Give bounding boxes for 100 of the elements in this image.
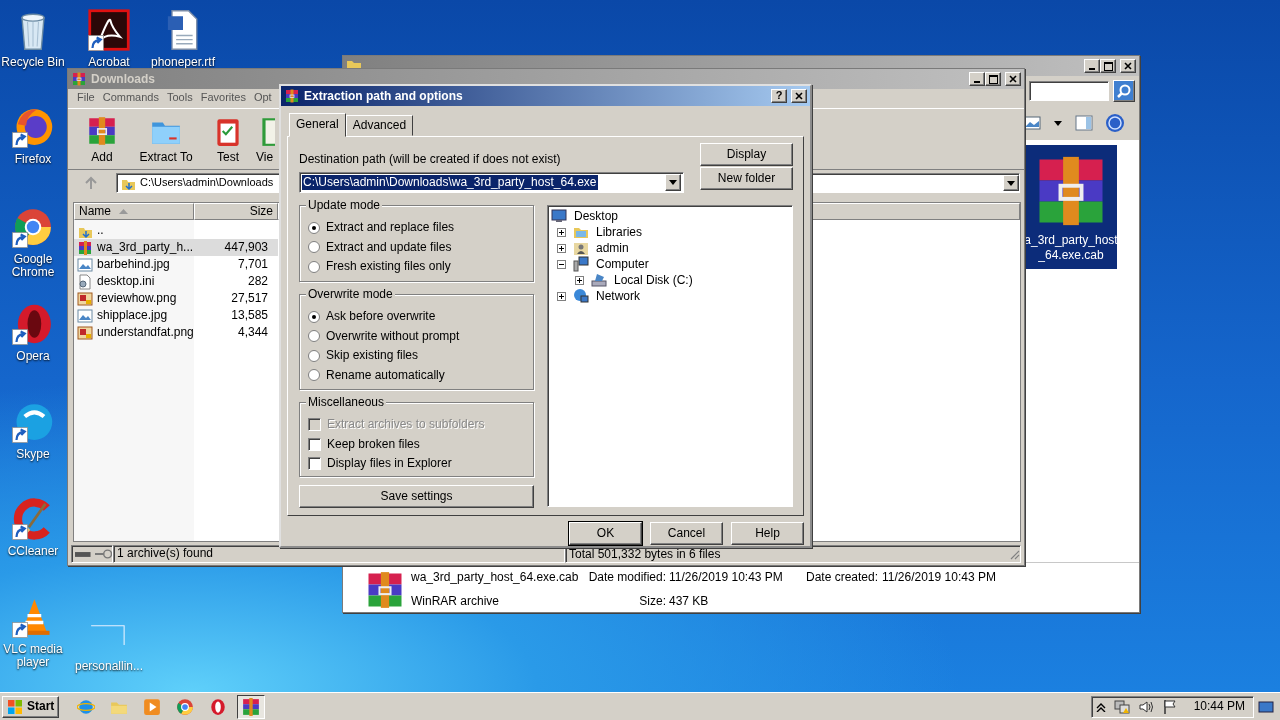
radio-button[interactable] xyxy=(308,349,320,362)
expand-icon[interactable] xyxy=(557,227,566,237)
file-type: WinRAR archive xyxy=(411,593,500,609)
file-tile[interactable]: a_3rd_party_host _64.exe.cab xyxy=(1025,145,1117,269)
close-button[interactable] xyxy=(791,89,807,103)
minimize-button[interactable] xyxy=(969,72,985,86)
desktop-icon-label[interactable]: phoneper.rtf xyxy=(150,56,216,70)
clock[interactable]: 10:44 PM xyxy=(1193,699,1245,714)
file-row[interactable]: reviewhow.png 27,517 xyxy=(74,290,278,307)
option-label[interactable]: Keep broken files xyxy=(327,436,420,452)
search-field[interactable] xyxy=(1029,81,1109,101)
toolbar-button[interactable]: Vie xyxy=(256,150,274,165)
show-desktop-icon[interactable] xyxy=(1258,698,1274,715)
field-value: 11/26/2019 10:43 PM xyxy=(668,570,783,586)
expand-icon[interactable] xyxy=(575,275,584,285)
column-header[interactable]: Size xyxy=(194,203,278,220)
checkbox[interactable] xyxy=(308,437,321,451)
help-button[interactable]: ? xyxy=(771,89,787,103)
push-button[interactable]: New folder xyxy=(700,167,793,190)
tree-item[interactable]: Computer xyxy=(596,256,649,272)
column-header[interactable]: Name xyxy=(74,203,194,220)
radio-button[interactable] xyxy=(308,310,320,323)
toolbar-button[interactable]: Add xyxy=(91,150,113,165)
search-button[interactable] xyxy=(1113,80,1135,102)
speaker-icon[interactable] xyxy=(1137,698,1154,715)
chevron-up-icon[interactable] xyxy=(1095,701,1106,712)
desktop-icon-label[interactable]: Acrobat xyxy=(88,56,130,70)
resize-grip-icon[interactable] xyxy=(1008,548,1020,560)
menu-item[interactable]: File xyxy=(73,89,99,108)
caret-icon xyxy=(1007,180,1015,186)
menu-item[interactable]: Commands xyxy=(98,89,163,108)
tree-item[interactable]: Local Disk (C:) xyxy=(614,272,693,288)
settings-file-icon xyxy=(77,273,93,290)
menu-item[interactable]: Opt xyxy=(249,89,276,108)
option-label[interactable]: Display files in Explorer xyxy=(327,456,452,472)
menu-item[interactable]: Favorites xyxy=(196,89,250,108)
path-combo-box[interactable]: C:\Users\admin\Downloads\wa_3rd_party_host_64.exe xyxy=(299,172,684,193)
monitor-icon xyxy=(551,208,567,224)
help-icon[interactable] xyxy=(1105,113,1125,133)
option-label[interactable]: Extract and update files xyxy=(326,239,452,255)
drive-icon xyxy=(75,550,91,558)
save-settings-button[interactable]: Save settings xyxy=(299,485,534,508)
radio-button[interactable] xyxy=(308,260,320,273)
drive-icon xyxy=(591,272,607,288)
file-row[interactable]: understandfat.png 4,344 xyxy=(74,324,278,341)
collapse-icon[interactable] xyxy=(557,259,566,269)
caret-icon[interactable] xyxy=(1053,119,1063,127)
tree-item[interactable]: Libraries xyxy=(596,224,643,240)
option-label[interactable]: Ask before overwrite xyxy=(326,309,436,325)
preview-pane-icon[interactable] xyxy=(1075,115,1093,131)
push-button[interactable]: Help xyxy=(731,522,804,545)
toolbar-button[interactable]: Test xyxy=(217,150,239,165)
tab[interactable]: General xyxy=(289,113,346,137)
option-label[interactable]: Overwrite without prompt xyxy=(326,328,460,344)
close-button[interactable] xyxy=(1005,72,1021,86)
radio-button[interactable] xyxy=(308,369,320,382)
dropdown-button[interactable] xyxy=(1003,175,1019,191)
flag-icon[interactable] xyxy=(1161,698,1178,715)
file-size: 282 xyxy=(247,274,268,288)
desktop-icon-label[interactable]: Opera xyxy=(16,350,50,364)
expand-icon[interactable] xyxy=(557,243,566,253)
window-title: Downloads xyxy=(91,71,155,87)
maximize-button[interactable] xyxy=(1100,59,1116,73)
tree-item[interactable]: Network xyxy=(596,288,640,304)
option-label[interactable]: Skip existing files xyxy=(326,348,419,364)
file-row[interactable]: shipplace.jpg 13,585 xyxy=(74,307,278,324)
desktop-icon-label[interactable]: Google Chrome xyxy=(0,253,66,280)
close-button[interactable] xyxy=(1120,59,1136,73)
file-row[interactable]: barbehind.jpg 7,701 xyxy=(74,256,278,273)
dropdown-button[interactable] xyxy=(665,174,681,191)
tree-item[interactable]: admin xyxy=(596,240,629,256)
field-label: Destination path (will be created if does not exist) xyxy=(299,152,562,167)
push-button[interactable]: Display xyxy=(700,143,793,166)
expand-icon[interactable] xyxy=(557,291,566,301)
desktop-icon-label[interactable]: Firefox xyxy=(14,153,52,167)
file-row[interactable]: .. xyxy=(74,222,278,239)
push-button[interactable]: OK xyxy=(569,522,642,545)
network-icon[interactable] xyxy=(1113,698,1130,715)
option-label[interactable]: Fresh existing files only xyxy=(326,259,451,275)
maximize-button[interactable] xyxy=(985,72,1001,86)
pdf-app-icon[interactable] xyxy=(87,8,131,52)
minimize-button[interactable] xyxy=(1084,59,1100,73)
option-label[interactable]: Extract and replace files xyxy=(326,220,455,236)
sort-arrow-icon xyxy=(119,209,128,214)
tree-item[interactable]: Desktop xyxy=(574,208,619,224)
option-label[interactable]: Rename automatically xyxy=(326,367,445,383)
radio-button[interactable] xyxy=(308,241,320,254)
push-button[interactable]: Cancel xyxy=(650,522,723,545)
toolbar-button[interactable]: Extract To xyxy=(139,150,193,165)
checkbox[interactable] xyxy=(308,457,321,471)
tab[interactable]: Advanced xyxy=(345,115,414,136)
menu-item[interactable]: Tools xyxy=(163,89,197,108)
desktop-icon-label[interactable]: Recycle Bin xyxy=(1,56,65,70)
radio-button[interactable] xyxy=(308,221,320,234)
file-row[interactable]: wa_3rd_party_h... 447,903 xyxy=(74,239,278,256)
taskbar-button[interactable] xyxy=(237,694,266,719)
file-row[interactable]: desktop.ini 282 xyxy=(74,273,278,290)
desktop-icon-label[interactable]: Skype xyxy=(16,448,50,462)
start-button[interactable]: Start xyxy=(2,695,60,718)
radio-button[interactable] xyxy=(308,330,320,343)
